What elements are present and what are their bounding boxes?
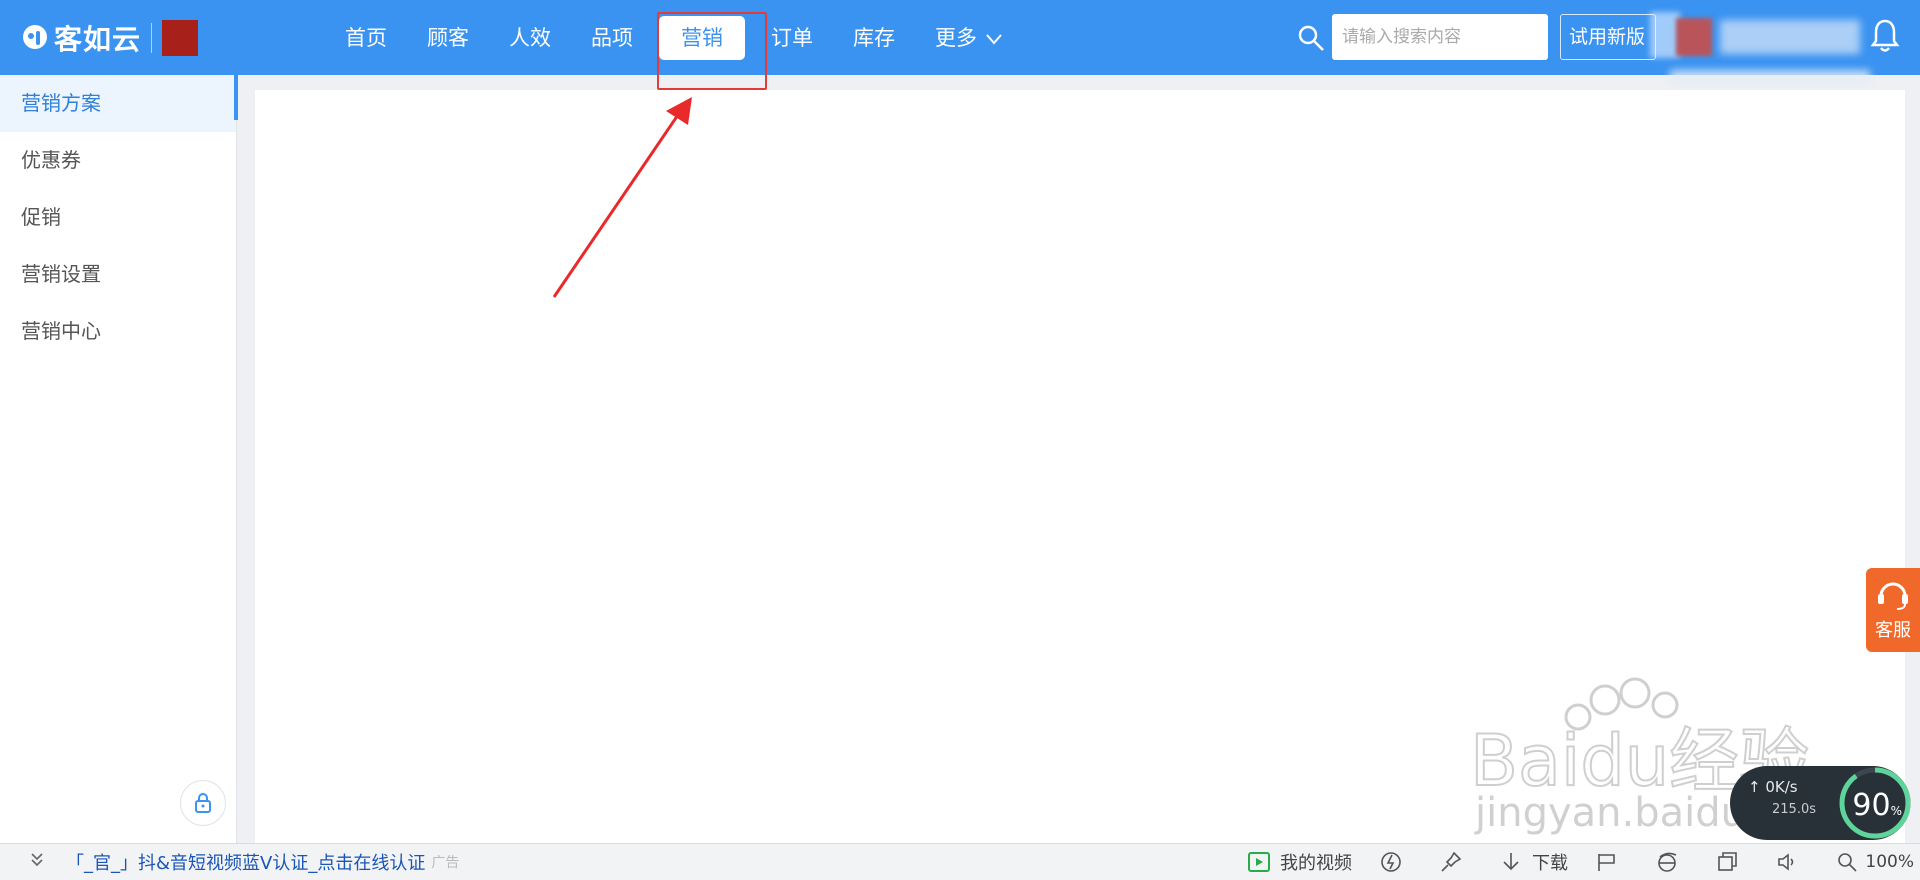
ie-icon [1658, 852, 1677, 872]
top-navbar: 客如云 首页 顾客 人效 品项 营销 订单 库存 更多 试用新版 [0, 0, 1920, 86]
logo-icon [20, 23, 50, 53]
zoom-level[interactable]: 100% [1865, 852, 1914, 872]
volume-button[interactable] [1776, 851, 1808, 873]
chevrons-down-icon[interactable] [30, 852, 52, 873]
flag-icon [1598, 854, 1615, 871]
sidebar: 营销方案 优惠券 促销 营销设置 营销中心 [0, 75, 238, 843]
video-play-icon [1248, 852, 1270, 872]
search-icon[interactable] [1297, 24, 1325, 52]
pin-icon [1441, 851, 1462, 872]
window-button[interactable] [1716, 851, 1748, 873]
download-button[interactable]: 下载 [1500, 849, 1568, 875]
speaker-icon [1778, 853, 1794, 871]
chevron-down-icon [985, 33, 1002, 45]
try-new-version-button[interactable]: 试用新版 [1560, 14, 1656, 60]
blurred-user-info [1650, 12, 1870, 86]
customer-service-label: 客服 [1875, 620, 1911, 641]
logo[interactable]: 客如云 [20, 18, 199, 58]
news-ticker-link[interactable]: 「_官_」抖&音短视频蓝V认证_点击在线认证 [66, 849, 425, 875]
sidebar-item-coupons[interactable]: 优惠券 [0, 132, 236, 189]
lock-icon [195, 793, 211, 813]
nav-inventory[interactable]: 库存 [833, 16, 915, 60]
sidebar-item-promotions[interactable]: 促销 [0, 189, 236, 246]
customer-service-tab[interactable]: 客服 [1866, 568, 1920, 652]
pin-button[interactable] [1440, 851, 1472, 873]
sidebar-item-marketing-center[interactable]: 营销中心 [0, 303, 236, 360]
sidebar-item-marketing-settings[interactable]: 营销设置 [0, 246, 236, 303]
nav-items[interactable]: 品项 [571, 16, 653, 60]
magnifier-icon [1838, 853, 1857, 872]
my-video-button[interactable]: 我的视频 [1248, 849, 1352, 875]
speedup-button[interactable] [1380, 851, 1412, 873]
speed-secondary: 215.0s [1772, 802, 1816, 817]
search-input[interactable] [1332, 14, 1548, 60]
zoom-button[interactable] [1836, 851, 1868, 873]
window-icon [1718, 852, 1737, 871]
nav-customers[interactable]: 顾客 [407, 16, 489, 60]
ad-tag: 广告 [431, 855, 460, 871]
nav-more[interactable]: 更多 [915, 16, 1022, 60]
ie-mode-button[interactable] [1656, 851, 1688, 873]
nav-more-label: 更多 [935, 25, 977, 50]
upload-speed: ↑ 0K/s [1748, 778, 1798, 796]
annotation-arrow [552, 97, 692, 298]
headset-icon [1878, 582, 1908, 610]
nav-staff-efficiency[interactable]: 人效 [489, 16, 571, 60]
network-speed-widget[interactable]: ↑ 0K/s 215.0s 90% [1730, 766, 1911, 840]
flag-button[interactable] [1596, 851, 1628, 873]
logo-text: 客如云 [54, 23, 142, 56]
sidebar-item-marketing-plans[interactable]: 营销方案 [0, 75, 238, 132]
speed-percent: 90% [1852, 788, 1902, 823]
bell-icon[interactable] [1870, 18, 1900, 54]
download-icon [1503, 853, 1519, 871]
lightning-icon [1381, 852, 1401, 872]
annotation-highlight-box [657, 12, 767, 90]
browser-status-bar: 「_官_」抖&音短视频蓝V认证_点击在线认证 广告 我的视频 下载 100% [0, 843, 1920, 880]
sidebar-lock-button[interactable] [180, 780, 226, 826]
logo-divider [151, 23, 153, 53]
nav-home[interactable]: 首页 [325, 16, 407, 60]
brand-seal [162, 20, 199, 56]
